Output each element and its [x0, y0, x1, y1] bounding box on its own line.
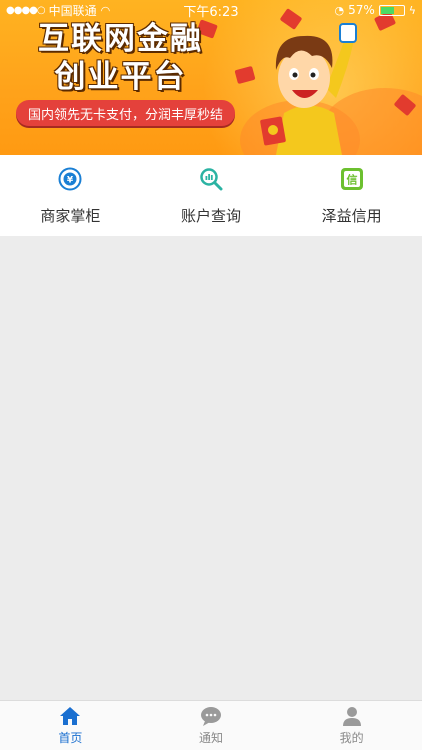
svg-text:¥: ¥ — [67, 176, 74, 186]
banner-tagline: 国内领先无卡支付，分润丰厚秒结 — [16, 100, 236, 126]
battery-icon — [378, 4, 405, 16]
banner-headline-line1: 互联网金融 — [38, 21, 203, 57]
home-icon — [60, 707, 81, 725]
charging-icon: ϟ — [408, 3, 416, 17]
quick-label-credit: 泽益信用 — [321, 207, 382, 225]
quick-item-merchant[interactable]: ¥ 商家掌柜 — [0, 155, 141, 236]
quick-label-merchant: 商家掌柜 — [40, 207, 101, 225]
quick-menu: ¥ 商家掌柜 账户查询 信 泽益信用 — [0, 155, 422, 236]
quick-item-account-query[interactable]: 账户查询 — [141, 155, 282, 236]
banner-headline: 互联网金融 创业平台 — [38, 20, 203, 96]
tab-home[interactable]: 首页 — [0, 701, 141, 750]
promo-banner[interactable]: ●●●●○ 中国联通 ◠ 下午6:23 ◔ 57% ϟ 互联网金融 创业平台 国… — [0, 0, 422, 155]
alarm-icon: ◔ — [334, 3, 345, 17]
account-search-icon — [200, 168, 223, 191]
tab-profile-label: 我的 — [339, 731, 364, 745]
status-bar: ●●●●○ 中国联通 ◠ 下午6:23 ◔ 57% ϟ — [0, 0, 422, 20]
chat-icon — [201, 707, 221, 726]
quick-item-credit[interactable]: 信 泽益信用 — [281, 155, 422, 236]
svg-text:信: 信 — [346, 173, 357, 187]
bottom-tab-bar: 首页 通知 我的 — [0, 700, 422, 750]
mascot-illustration — [260, 23, 357, 155]
tab-notifications-label: 通知 — [199, 731, 224, 745]
battery-percent: 57% — [348, 3, 375, 17]
credit-icon: 信 — [340, 168, 363, 190]
status-right: ◔ 57% ϟ — [334, 3, 416, 17]
banner-headline-line2: 创业平台 — [54, 59, 187, 95]
profile-icon — [342, 707, 361, 726]
tab-home-label: 首页 — [58, 731, 83, 745]
quick-label-account-query: 账户查询 — [181, 207, 242, 225]
merchant-icon: ¥ — [58, 167, 82, 191]
tab-profile[interactable]: 我的 — [281, 701, 422, 750]
tab-notifications[interactable]: 通知 — [141, 701, 282, 750]
